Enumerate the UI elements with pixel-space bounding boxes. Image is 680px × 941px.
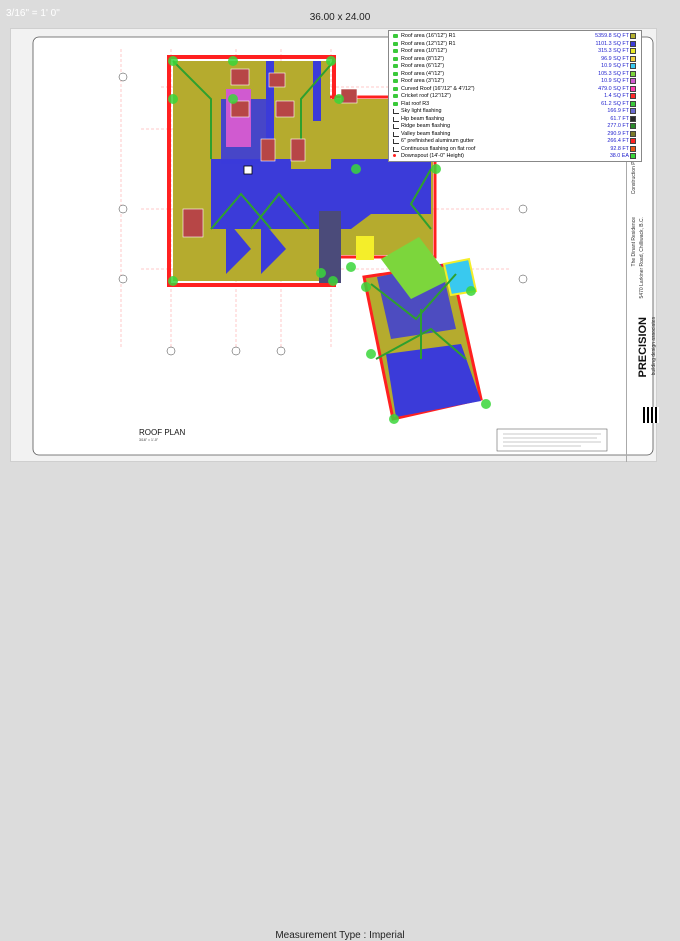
legend-row[interactable]: Curved Roof (16"/12" & 4"/12") 479.0 SQ F… <box>393 85 637 93</box>
legend-label: Continuous flashing on flat roof <box>401 145 476 152</box>
quantity-legend[interactable]: Roof area (16"/12") R1 5359.8 SQ FT Roof a… <box>388 30 642 162</box>
legend-color-swatch[interactable] <box>630 138 636 144</box>
legend-row[interactable]: Roof area (3"/12") 10.9 SQ FT <box>393 78 637 85</box>
viewer-statusbar: Measurement Type : Imperial <box>0 462 680 941</box>
legend-row[interactable]: Roof area (6"/12") 10.9 SQ FT <box>393 63 637 70</box>
legend-value: 10.9 SQ FT <box>601 63 629 69</box>
area-measure-icon <box>393 34 398 38</box>
area-measure-icon <box>393 64 398 68</box>
area-measure-icon <box>393 56 398 61</box>
legend-value: 266.4 FT <box>607 138 629 144</box>
legend-color-swatch[interactable] <box>630 63 636 69</box>
legend-color-swatch[interactable] <box>630 40 636 47</box>
legend-color-swatch[interactable] <box>630 108 636 114</box>
legend-value: 96.9 SQ FT <box>601 55 629 62</box>
legend-value: 1.4 SQ FT <box>604 93 629 99</box>
legend-label: Roof area (4"/12") <box>401 70 445 77</box>
legend-row[interactable]: Roof area (8"/12") 96.9 SQ FT <box>393 55 637 63</box>
legend-row[interactable]: Roof area (4"/12") 105.3 SQ FT <box>393 70 637 78</box>
area-measure-icon <box>393 49 398 53</box>
line-measure-icon <box>393 131 399 137</box>
line-measure-icon <box>393 116 399 122</box>
legend-row[interactable]: Downspout (14'-0" Height) 38.0 EA <box>393 153 637 160</box>
legend-label: Curved Roof (16"/12" & 4"/12") <box>401 85 475 92</box>
line-measure-icon <box>393 109 399 114</box>
legend-color-swatch[interactable] <box>630 130 636 137</box>
legend-label: 6" prefinished aluminum gutter <box>401 138 474 144</box>
area-measure-icon <box>393 86 398 91</box>
legend-value: 61.2 SQ FT <box>601 100 629 107</box>
line-measure-icon <box>393 139 399 144</box>
legend-label: Hip beam flashing <box>401 115 445 122</box>
legend-value: 315.3 SQ FT <box>598 48 629 54</box>
legend-row[interactable]: Cricket roof (12"/12") 1.4 SQ FT <box>393 93 637 100</box>
legend-color-swatch[interactable] <box>630 70 636 77</box>
legend-row[interactable]: Hip beam flashing 61.7 FT <box>393 115 637 123</box>
legend-color-swatch[interactable] <box>630 85 636 92</box>
legend-color-swatch[interactable] <box>630 55 636 62</box>
qr-code-icon <box>643 407 659 423</box>
legend-color-swatch[interactable] <box>630 93 636 99</box>
legend-color-swatch[interactable] <box>630 153 636 159</box>
legend-value: 290.9 FT <box>607 130 629 137</box>
legend-label: Roof area (8"/12") <box>401 55 445 62</box>
legend-row[interactable]: Continuous flashing on flat roof 92.8 FT <box>393 145 637 153</box>
legend-row[interactable]: Valley beam flashing 290.9 FT <box>393 130 637 138</box>
legend-label: Valley beam flashing <box>401 130 451 137</box>
legend-value: 10.9 SQ FT <box>601 78 629 84</box>
legend-value: 92.8 FT <box>610 145 629 152</box>
legend-label: Ridge beam flashing <box>401 123 451 129</box>
legend-row[interactable]: Roof area (16"/12") R1 5359.8 SQ FT <box>393 33 637 40</box>
legend-color-swatch[interactable] <box>630 33 636 39</box>
legend-color-swatch[interactable] <box>630 100 636 107</box>
plan-title: ROOF PLAN <box>139 428 185 437</box>
legend-color-swatch[interactable] <box>630 78 636 84</box>
area-measure-icon <box>393 101 398 106</box>
legend-label: Roof area (3"/12") <box>401 78 445 84</box>
legend-row[interactable]: Sky light flashing 166.9 FT <box>393 108 637 115</box>
legend-value: 166.9 FT <box>607 108 629 114</box>
legend-value: 61.7 FT <box>610 115 629 122</box>
legend-value: 1101.3 SQ FT <box>595 40 629 47</box>
legend-label: Flat roof R3 <box>401 100 430 107</box>
plan-scale: 3/16" = 1'-0" <box>139 438 159 442</box>
line-measure-icon <box>393 146 399 152</box>
legend-color-swatch[interactable] <box>630 145 636 152</box>
legend-label: Downspout (14'-0" Height) <box>401 153 464 159</box>
project-name: The Dinant Residence <box>631 217 637 267</box>
sheet-size-label: 36.00 x 24.00 <box>309 12 371 23</box>
legend-value: 38.0 EA <box>609 153 629 159</box>
company-tagline: building design associates <box>651 317 657 376</box>
legend-label: Roof area (6"/12") <box>401 63 445 69</box>
legend-color-swatch[interactable] <box>630 48 636 54</box>
legend-row[interactable]: Flat roof R3 61.2 SQ FT <box>393 100 637 108</box>
area-measure-icon <box>393 94 398 98</box>
legend-label: Sky light flashing <box>401 108 442 114</box>
legend-value: 5359.8 SQ FT <box>595 33 629 39</box>
legend-label: Roof area (10"/12") <box>401 48 448 54</box>
project-address: 5470 Larkiner Road, Chilliwack, B.C. <box>639 217 645 299</box>
legend-value: 277.0 FT <box>607 123 629 129</box>
legend-row[interactable]: Roof area (10"/12") 315.3 SQ FT <box>393 48 637 55</box>
area-measure-icon <box>393 71 398 76</box>
legend-value: 105.3 SQ FT <box>598 70 629 77</box>
legend-label: Roof area (12"/12") R1 <box>401 40 456 47</box>
area-measure-icon <box>393 41 398 46</box>
legend-label: Roof area (16"/12") R1 <box>401 33 456 39</box>
legend-color-swatch[interactable] <box>630 115 636 122</box>
company-name: PRECISION <box>637 317 649 378</box>
legend-color-swatch[interactable] <box>630 123 636 129</box>
notes-box <box>496 428 608 452</box>
legend-row[interactable]: Roof area (12"/12") R1 1101.3 SQ FT <box>393 40 637 48</box>
area-measure-icon <box>393 79 398 83</box>
viewer-toolbar: 3/16" = 1' 0" 36.00 x 24.00 <box>0 0 680 28</box>
legend-value: 479.0 SQ FT <box>598 85 629 92</box>
legend-label: Cricket roof (12"/12") <box>401 93 451 99</box>
legend-row[interactable]: Ridge beam flashing 277.0 FT <box>393 123 637 130</box>
line-measure-icon <box>393 124 399 129</box>
legend-row[interactable]: 6" prefinished aluminum gutter 266.4 FT <box>393 138 637 145</box>
measurement-type-label: Measurement Type : Imperial <box>275 930 405 941</box>
downspout-dot-icon <box>393 154 396 157</box>
